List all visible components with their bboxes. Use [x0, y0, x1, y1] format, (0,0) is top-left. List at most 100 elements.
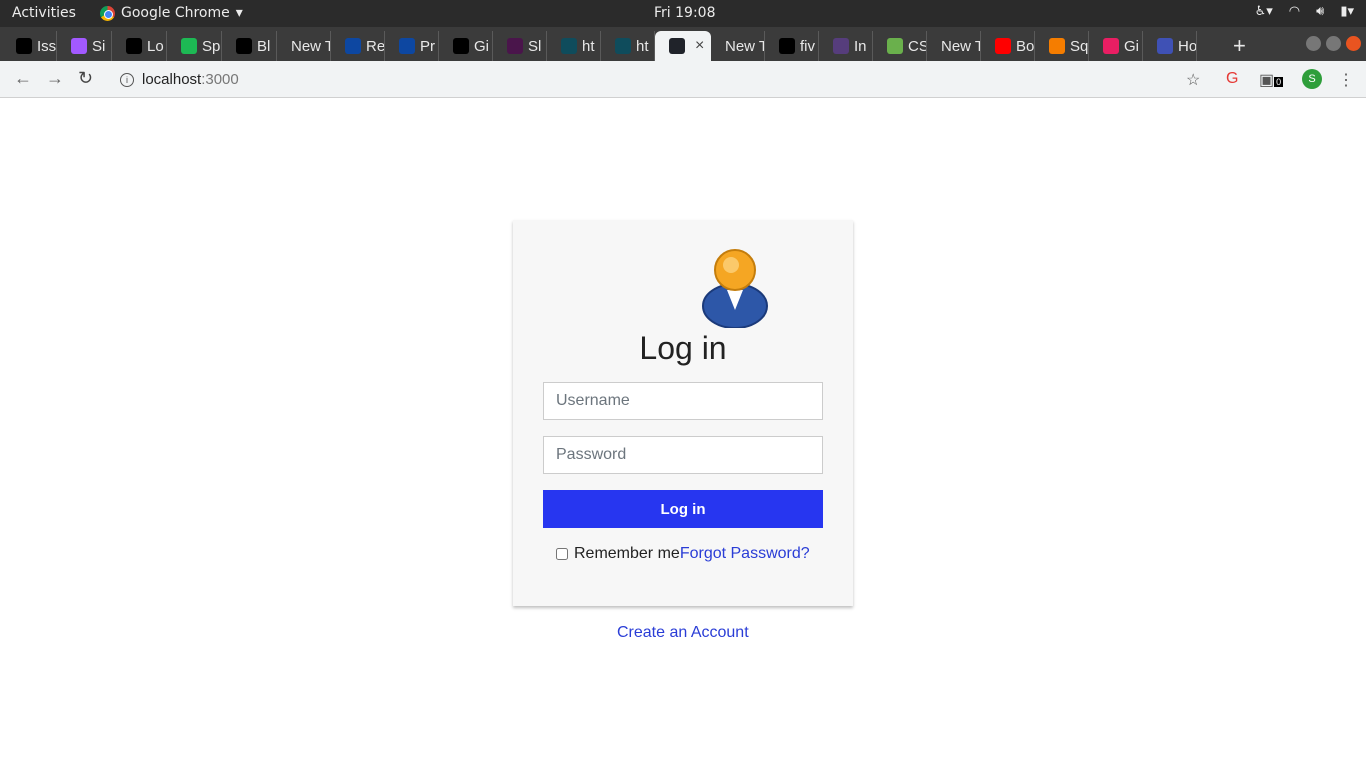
user-avatar-icon — [702, 249, 768, 328]
url-port: :3000 — [201, 71, 239, 88]
remember-me-label: Remember me — [574, 545, 680, 562]
tab-label: Sp — [202, 37, 221, 55]
tab-label: In — [854, 37, 867, 55]
browser-tab[interactable]: × — [655, 31, 711, 61]
browser-tab[interactable]: ht — [547, 31, 601, 61]
browser-tab[interactable]: Bo — [981, 31, 1035, 61]
app-name: Google Chrome — [121, 5, 230, 21]
page-title: Log in — [639, 330, 727, 366]
calendar-icon — [1157, 38, 1173, 54]
username-input[interactable] — [543, 382, 823, 420]
tab-label: Re — [366, 37, 385, 55]
tab-label: Si — [92, 37, 106, 55]
tab-label: New T — [941, 37, 981, 55]
browser-tab[interactable]: Si — [57, 31, 112, 61]
tab-label: New T — [291, 37, 331, 55]
browser-tab[interactable]: New T — [711, 31, 765, 61]
url-host: localhost — [142, 71, 202, 88]
github-icon — [126, 38, 142, 54]
blogger-icon — [1049, 38, 1065, 54]
tab-label: Ho — [1178, 37, 1197, 55]
login-card: Log in Log in Remember meForgot Password… — [513, 220, 853, 606]
system-tray[interactable]: ♿▾ ◠ 🔊︎ ▮▾ — [1255, 4, 1354, 19]
tab-label: CS — [908, 37, 927, 55]
bootstrap-icon — [833, 38, 849, 54]
maximize-button[interactable] — [1326, 36, 1341, 51]
browser-tab[interactable]: Ho — [1143, 31, 1197, 61]
fiverr-icon — [779, 38, 795, 54]
minimize-button[interactable] — [1306, 36, 1321, 51]
spotify-icon — [181, 38, 197, 54]
back-icon[interactable]: ← — [14, 68, 32, 89]
extension-grammarly-icon[interactable]: G — [1226, 70, 1238, 88]
tab-label: Iss — [37, 37, 57, 55]
system-top-bar: Activities Google Chrome ▾ Fri 19:08 ♿▾ … — [0, 0, 1366, 27]
css-icon — [561, 38, 577, 54]
app-menu[interactable]: Google Chrome ▾ — [100, 5, 243, 21]
github-icon — [453, 38, 469, 54]
browser-tab[interactable]: Pr — [385, 31, 439, 61]
remember-row: Remember me Forgot Password? — [556, 545, 810, 563]
bookmark-star-icon[interactable]: ☆ — [1186, 70, 1200, 90]
tab-label: Gi — [474, 37, 489, 55]
create-account-link[interactable]: Create an Account — [617, 624, 749, 642]
browser-tab[interactable]: Sq — [1035, 31, 1089, 61]
browser-tab[interactable]: In — [819, 31, 873, 61]
tab-label: ht — [582, 37, 595, 55]
browser-tab[interactable]: Gi — [439, 31, 493, 61]
tab-label: Bl — [257, 37, 271, 55]
close-tab-icon[interactable]: × — [695, 37, 704, 55]
close-window-button[interactable] — [1346, 36, 1361, 51]
info-icon[interactable]: i — [120, 72, 134, 87]
browser-toolbar: ← → ↻ i localhost:3000 ☆ G ▣ 0 ⋮ — [0, 61, 1366, 98]
accessibility-icon[interactable]: ♿▾ — [1255, 4, 1273, 19]
volume-icon: 🔊︎ — [1316, 4, 1325, 19]
tab-label: Sq — [1070, 37, 1089, 55]
browser-tab[interactable]: ht — [601, 31, 655, 61]
chart-icon — [887, 38, 903, 54]
tab-label: Lo — [147, 37, 164, 55]
md-icon — [399, 38, 415, 54]
tab-label: fiv — [800, 37, 815, 55]
clock[interactable]: Fri 19:08 — [654, 5, 715, 21]
reload-icon[interactable]: ↻ — [78, 68, 93, 89]
github-icon — [16, 38, 32, 54]
tab-label: Gi — [1124, 37, 1139, 55]
new-tab-button[interactable]: + — [1233, 33, 1246, 59]
chrome-icon — [100, 5, 115, 21]
browser-tab[interactable]: Re — [331, 31, 385, 61]
tab-label: Bo — [1016, 37, 1035, 55]
forgot-password-link[interactable]: Forgot Password? — [680, 545, 810, 563]
remember-me-checkbox[interactable] — [556, 548, 568, 560]
login-button[interactable]: Log in — [543, 490, 823, 528]
tab-label: New T — [725, 37, 765, 55]
password-input[interactable] — [543, 436, 823, 474]
address-bar[interactable]: i localhost:3000 — [110, 65, 1220, 94]
tab-strip: Iss Si Lo Sp Bl New T Re Pr Gi Sl ht ht × New T fiv In C… — [0, 27, 1366, 61]
browser-tab[interactable]: fiv — [765, 31, 819, 61]
battery-icon: ▮▾ — [1340, 4, 1354, 19]
react-icon — [669, 38, 685, 54]
menu-kebab-icon[interactable]: ⋮ — [1338, 70, 1354, 90]
slack-icon — [507, 38, 523, 54]
activities-button[interactable]: Activities — [12, 5, 76, 21]
browser-tab[interactable]: New T — [277, 31, 331, 61]
profile-avatar[interactable]: S — [1302, 69, 1322, 89]
tab-label: ht — [636, 37, 649, 55]
forward-icon[interactable]: → — [46, 68, 64, 89]
browser-tab[interactable]: CS — [873, 31, 927, 61]
extension-badge: 0 — [1274, 77, 1284, 87]
github-icon — [236, 38, 252, 54]
wifi-icon: ◠ — [1288, 4, 1301, 19]
tab-label: Sl — [528, 37, 542, 55]
browser-tab[interactable]: Sp — [167, 31, 222, 61]
browser-tab[interactable]: Sl — [493, 31, 547, 61]
browser-tab[interactable]: New T — [927, 31, 981, 61]
browser-tab[interactable]: Gi — [1089, 31, 1143, 61]
figma-icon — [71, 38, 87, 54]
browser-tab[interactable]: Iss — [2, 31, 57, 61]
css-icon — [615, 38, 631, 54]
extension-icon[interactable]: ▣ 0 — [1259, 70, 1284, 90]
browser-tab[interactable]: Bl — [222, 31, 277, 61]
browser-tab[interactable]: Lo — [112, 31, 167, 61]
